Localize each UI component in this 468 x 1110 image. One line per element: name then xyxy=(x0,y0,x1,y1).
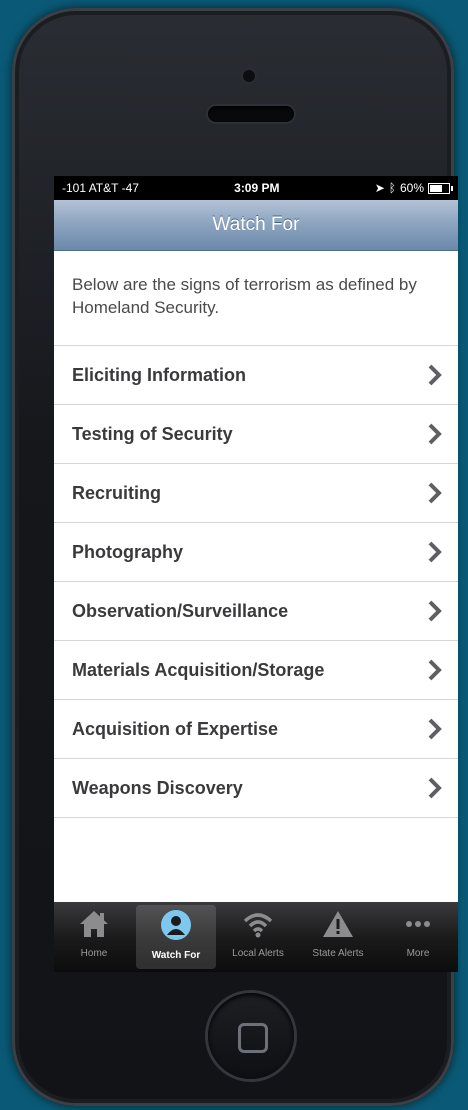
status-right: ➤ ᛒ 60% xyxy=(374,181,453,195)
tab-label: Local Alerts xyxy=(232,948,284,959)
list-item[interactable]: Materials Acquisition/Storage xyxy=(54,641,458,700)
list-item[interactable]: Testing of Security xyxy=(54,405,458,464)
front-camera xyxy=(243,70,255,82)
chevron-right-icon xyxy=(428,777,442,799)
list-item-label: Materials Acquisition/Storage xyxy=(72,659,325,680)
chevron-right-icon xyxy=(428,600,442,622)
tab-more[interactable]: More xyxy=(378,902,458,972)
tab-label: State Alerts xyxy=(312,948,364,959)
earpiece-speaker xyxy=(208,106,294,122)
chevron-right-icon xyxy=(428,659,442,681)
page-title: Watch For xyxy=(212,214,300,235)
list-item[interactable]: Photography xyxy=(54,523,458,582)
tab-state-alerts[interactable]: State Alerts xyxy=(298,902,378,972)
chevron-right-icon xyxy=(428,718,442,740)
list-item-label: Testing of Security xyxy=(72,423,233,444)
list-item[interactable]: Eliciting Information xyxy=(54,346,458,405)
tab-local-alerts[interactable]: Local Alerts xyxy=(218,902,298,972)
house-icon xyxy=(77,909,111,944)
app-screen: -101 AT&T -47 3:09 PM ➤ ᛒ 60% Watch For … xyxy=(54,176,458,972)
wifi-icon xyxy=(241,909,275,944)
home-square-icon xyxy=(238,1023,268,1053)
list-item-label: Photography xyxy=(72,541,183,562)
list-item-label: Eliciting Information xyxy=(72,364,246,385)
tab-bar: Home Watch For Local Alerts State Alerts xyxy=(54,902,458,972)
location-icon: ➤ xyxy=(374,181,385,195)
tab-label: Home xyxy=(80,948,108,959)
list-item[interactable]: Acquisition of Expertise xyxy=(54,700,458,759)
chevron-right-icon xyxy=(428,423,442,445)
list-item[interactable]: Observation/Surveillance xyxy=(54,582,458,641)
chevron-right-icon xyxy=(428,482,442,504)
nav-bar: Watch For xyxy=(54,200,458,251)
tab-label: More xyxy=(406,948,430,959)
list-item-label: Acquisition of Expertise xyxy=(72,718,279,739)
list-item-label: Weapons Discovery xyxy=(72,777,243,798)
time-label: 3:09 PM xyxy=(234,181,280,195)
tab-watch-for[interactable]: Watch For xyxy=(136,905,216,969)
status-bar: -101 AT&T -47 3:09 PM ➤ ᛒ 60% xyxy=(54,176,458,200)
tab-label: Watch For xyxy=(151,950,201,961)
carrier-label: -101 AT&T -47 xyxy=(62,181,139,195)
list-empty-area xyxy=(54,818,458,913)
list-item-label: Recruiting xyxy=(72,482,162,503)
bluetooth-icon: ᛒ xyxy=(388,181,396,195)
more-icon xyxy=(401,909,435,944)
person-icon xyxy=(159,909,193,946)
warning-icon xyxy=(321,909,355,944)
battery-percent: 60% xyxy=(399,181,424,195)
tab-home[interactable]: Home xyxy=(54,902,134,972)
chevron-right-icon xyxy=(428,541,442,563)
battery-icon xyxy=(428,182,453,194)
home-button[interactable] xyxy=(208,993,294,1079)
list-item-label: Observation/Surveillance xyxy=(72,600,289,621)
signs-list: Eliciting Information Testing of Securit… xyxy=(54,345,458,818)
chevron-right-icon xyxy=(428,364,442,386)
phone-frame: -101 AT&T -47 3:09 PM ➤ ᛒ 60% Watch For … xyxy=(12,8,458,1106)
list-item[interactable]: Recruiting xyxy=(54,464,458,523)
intro-text: Below are the signs of terrorism as defi… xyxy=(54,251,458,345)
list-item[interactable]: Weapons Discovery xyxy=(54,759,458,818)
